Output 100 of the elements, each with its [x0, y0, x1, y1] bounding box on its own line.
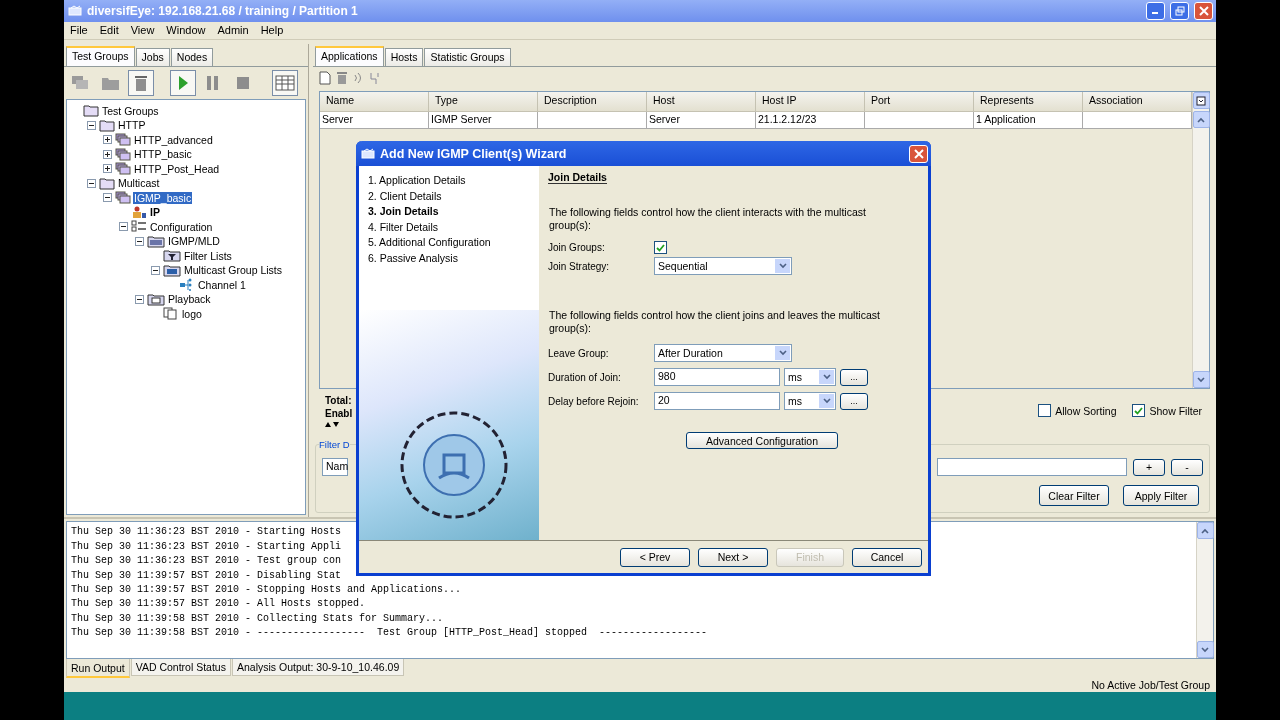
- grid-icon: [275, 75, 295, 92]
- column-chooser-icon[interactable]: [1196, 95, 1206, 106]
- log-line: Thu Sep 30 11:39:58 BST 2010 - ------------------ Test Group [HTTP_Post_Head] stopped ------------------: [71, 627, 708, 641]
- checkbox-label[interactable]: Allow Sorting: [1055, 404, 1117, 417]
- new-document-icon[interactable]: [319, 71, 331, 86]
- collapse-icon[interactable]: [119, 222, 128, 232]
- tree-item[interactable]: Channel 1: [197, 278, 247, 291]
- tree-item[interactable]: HTTP_basic: [133, 148, 193, 161]
- clear-filter-button[interactable]: Clear Filter: [1039, 485, 1109, 507]
- expand-icon[interactable]: [103, 164, 112, 174]
- apply-filter-button[interactable]: Apply Filter: [1123, 485, 1199, 507]
- wizard-button[interactable]: Cancel: [852, 547, 922, 567]
- menu-item[interactable]: View: [124, 24, 161, 37]
- tab[interactable]: Jobs: [135, 48, 170, 67]
- tree-item[interactable]: HTTP_advanced: [133, 133, 214, 146]
- collapse-icon[interactable]: [135, 294, 144, 304]
- menu-item[interactable]: Window: [160, 24, 212, 37]
- tab[interactable]: Applications: [315, 46, 384, 67]
- tab[interactable]: VAD Control Status: [130, 659, 231, 677]
- dropdown[interactable]: After Duration: [654, 344, 792, 362]
- checkbox[interactable]: [1132, 404, 1146, 418]
- checkbox-label[interactable]: Show Filter: [1149, 404, 1202, 417]
- close-button[interactable]: [1194, 1, 1213, 20]
- wizard-button[interactable]: < Prev: [620, 547, 690, 567]
- signal-icon[interactable]: [353, 72, 363, 85]
- tab[interactable]: Statistic Groups: [424, 48, 511, 67]
- log-line: Thu Sep 30 11:36:23 BST 2010 - Starting Appli: [71, 540, 342, 554]
- column-header[interactable]: Name: [320, 92, 429, 113]
- field-label: Join Groups:: [548, 242, 606, 253]
- play-icon: [177, 75, 189, 92]
- collapse-icon[interactable]: [151, 265, 160, 275]
- tree-item[interactable]: Test Groups: [101, 104, 160, 117]
- tab[interactable]: Run Output: [66, 659, 130, 679]
- advanced-configuration-button[interactable]: Advanced Configuration: [686, 432, 838, 449]
- tree-item[interactable]: Playback: [167, 293, 212, 306]
- chevron-icon: [822, 374, 831, 380]
- column-header[interactable]: Port: [865, 92, 974, 113]
- collapse-icon[interactable]: [87, 120, 96, 130]
- column-header[interactable]: Represents: [974, 92, 1083, 113]
- scrollbar[interactable]: [1196, 522, 1213, 659]
- trash-icon[interactable]: [337, 71, 347, 86]
- menu-item[interactable]: Help: [254, 24, 290, 37]
- restore-button[interactable]: [1170, 1, 1189, 20]
- tree-item[interactable]: Multicast Group Lists: [183, 264, 284, 277]
- unit-dropdown[interactable]: ms: [784, 392, 836, 410]
- tab[interactable]: Test Groups: [66, 46, 135, 67]
- tab[interactable]: Analysis Output: 30-9-10_10.46.09: [231, 659, 405, 677]
- scrollbar[interactable]: [1192, 92, 1209, 389]
- wizard-button[interactable]: Next >: [698, 547, 768, 567]
- close-button[interactable]: [909, 144, 928, 163]
- tree-item[interactable]: Multicast: [117, 177, 161, 190]
- column-header[interactable]: Host IP: [756, 92, 865, 113]
- stop-icon: [236, 76, 250, 91]
- tree-item[interactable]: HTTP: [117, 119, 147, 132]
- input-field[interactable]: 20: [654, 392, 780, 410]
- tree-item[interactable]: logo: [181, 307, 203, 320]
- menu-item[interactable]: Edit: [93, 24, 125, 37]
- module-icon: [147, 234, 165, 248]
- tree-item[interactable]: IP: [149, 206, 161, 219]
- menu-item[interactable]: Admin: [211, 24, 255, 37]
- field-label: Duration of Join:: [548, 371, 622, 383]
- tree-item[interactable]: HTTP_Post_Head: [133, 162, 221, 175]
- tree-item[interactable]: Filter Lists: [183, 249, 233, 262]
- checkbox[interactable]: [1038, 404, 1052, 418]
- log-line: Thu Sep 30 11:39:57 BST 2010 - Stopping Hosts and Applications...: [71, 583, 462, 597]
- browse-button[interactable]: ...: [840, 368, 868, 386]
- menu-item[interactable]: File: [64, 24, 94, 37]
- tree-item[interactable]: Configuration: [149, 220, 214, 233]
- input-field[interactable]: 980: [654, 368, 780, 386]
- wizard-step: 5. Additional Configuration: [368, 236, 539, 250]
- field-label: Delay before Rejoin:: [548, 395, 640, 407]
- expand-icon[interactable]: [103, 135, 112, 145]
- unit-dropdown[interactable]: ms: [784, 368, 836, 386]
- table-cell: IGMP Server: [429, 112, 538, 130]
- add-button[interactable]: +: [1133, 458, 1165, 476]
- collapse-icon[interactable]: [87, 178, 96, 188]
- play-button[interactable]: [170, 70, 196, 97]
- table-view-button[interactable]: [272, 70, 298, 97]
- minimize-button[interactable]: [1146, 1, 1165, 20]
- expand-icon[interactable]: [103, 149, 112, 159]
- collapse-icon[interactable]: [135, 236, 144, 246]
- filter-icon: [163, 249, 181, 263]
- column-header[interactable]: Association: [1083, 92, 1192, 113]
- checkbox[interactable]: [654, 241, 667, 254]
- tab[interactable]: Nodes: [170, 48, 214, 67]
- column-header[interactable]: Host: [647, 92, 756, 113]
- column-dropdown[interactable]: Nam: [322, 458, 348, 477]
- browse-button[interactable]: ...: [840, 392, 868, 410]
- dropdown[interactable]: Sequential: [654, 257, 792, 275]
- column-header[interactable]: Type: [429, 92, 538, 113]
- tab[interactable]: Hosts: [384, 48, 424, 67]
- filter-input[interactable]: [937, 458, 1127, 477]
- wizard-step: 2. Client Details: [368, 189, 539, 204]
- sort-arrows-icon[interactable]: [325, 421, 339, 428]
- tree-item[interactable]: IGMP_basic: [133, 191, 193, 204]
- remove-button[interactable]: -: [1171, 458, 1203, 476]
- delete-button[interactable]: [128, 70, 154, 97]
- column-header[interactable]: Description: [538, 92, 647, 113]
- tree-item[interactable]: IGMP/MLD: [167, 235, 221, 248]
- collapse-icon[interactable]: [103, 193, 112, 203]
